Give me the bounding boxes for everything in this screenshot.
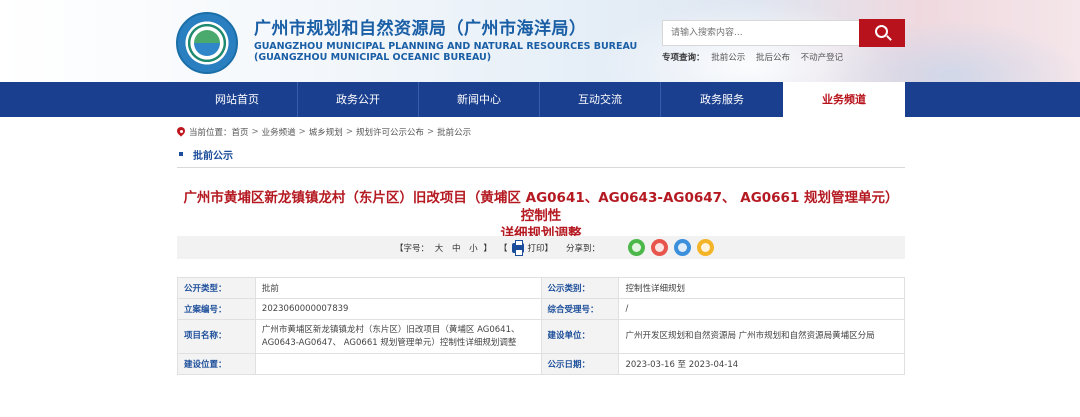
section-bullet-icon bbox=[179, 152, 183, 156]
field-label: 立案编号： bbox=[177, 298, 256, 320]
field-value: 广州开发区规划和自然资源局 广州市规划和自然资源局黄埔区分局 bbox=[618, 319, 905, 354]
section-title: 批前公示 bbox=[193, 151, 233, 162]
field-label: 建设单位： bbox=[540, 319, 620, 354]
special-query-label: 专项查询： bbox=[662, 53, 705, 63]
field-label: 公示日期： bbox=[540, 353, 620, 375]
search-button[interactable] bbox=[859, 19, 905, 47]
site-title-en: GUANGZHOU MUNICIPAL PLANNING AND NATURAL… bbox=[254, 41, 638, 52]
breadcrumb-separator: > bbox=[426, 127, 435, 137]
project-info-table: 公开类型： 批前 公示类别： 控制性详细规划 立案编号： 20230600000… bbox=[177, 277, 905, 375]
location-pin-icon bbox=[177, 127, 185, 137]
qq-share-icon[interactable] bbox=[674, 239, 691, 256]
field-value: 广州市黄埔区新龙镇镇龙村（东片区）旧改项目（黄埔区 AG0641、 AG0643… bbox=[254, 319, 542, 354]
wechat-share-icon[interactable] bbox=[628, 239, 645, 256]
nav-item-news[interactable]: 新闻中心 bbox=[419, 82, 540, 117]
font-size-small[interactable]: 小 bbox=[469, 244, 478, 254]
font-size-medium[interactable]: 中 bbox=[452, 244, 461, 254]
project-name-line: 广州市黄埔区新龙镇镇龙村（东片区）旧改项目（黄埔区 AG0641、 bbox=[261, 324, 520, 335]
field-label: 公示类别： bbox=[540, 277, 620, 299]
breadcrumb-link[interactable]: 业务频道 bbox=[262, 126, 296, 138]
font-size-label: 【字号： bbox=[395, 244, 430, 254]
nav-item-home[interactable]: 网站首页 bbox=[177, 82, 298, 117]
nav-item-interaction[interactable]: 互动交流 bbox=[540, 82, 661, 117]
qzone-share-icon[interactable] bbox=[697, 239, 714, 256]
breadcrumb-link[interactable]: 首页 bbox=[232, 126, 249, 138]
section-heading: 批前公示 bbox=[177, 146, 905, 166]
search-icon-handle bbox=[886, 35, 892, 41]
print-bracket: 】 bbox=[544, 244, 554, 254]
special-query-link[interactable]: 不动产登记 bbox=[801, 53, 844, 63]
breadcrumb-separator: > bbox=[251, 127, 259, 137]
site-header: 广州市规划和自然资源局（广州市海洋局） GUANGZHOU MUNICIPAL … bbox=[0, 0, 1080, 82]
table-row: 立案编号： 2023060000007839 综合受理号： / bbox=[177, 298, 905, 320]
field-value: 2023060000007839 bbox=[254, 298, 542, 320]
qzone-glyph-icon bbox=[701, 243, 710, 252]
site-title-en-sub: (GUANGZHOU MUNICIPAL OCEANIC BUREAU) bbox=[254, 52, 492, 63]
site-title-cn: 广州市规划和自然资源局（广州市海洋局） bbox=[254, 19, 587, 39]
printer-icon bbox=[511, 240, 524, 256]
project-name-line: AG0643-AG0647、 AG0661 规划管理单元）控制性详细规划调整 bbox=[261, 337, 517, 348]
article-title: 广州市黄埔区新龙镇镇龙村（东片区）旧改项目（黄埔区 AG0641、AG0643-… bbox=[177, 189, 905, 243]
search-input[interactable] bbox=[662, 20, 860, 46]
print-bracket: 【 bbox=[499, 244, 508, 254]
nav-item-business[interactable]: 业务频道 bbox=[783, 82, 905, 117]
qq-glyph-icon bbox=[678, 243, 687, 252]
breadcrumb-separator: > bbox=[298, 127, 306, 137]
font-size-large[interactable]: 大 bbox=[435, 244, 444, 254]
print-label: 打印 bbox=[527, 244, 545, 254]
field-value bbox=[254, 353, 542, 375]
table-row: 建设位置： 公示日期： 2023-03-16 至 2023-04-14 bbox=[177, 353, 905, 375]
article-toolbar: 【字号： 大 中 小 】 【 打印 】 分享到： bbox=[177, 236, 905, 259]
breadcrumb-link[interactable]: 规划许可公示公布 bbox=[356, 126, 424, 138]
field-label: 项目名称： bbox=[177, 319, 256, 354]
special-query: 专项查询： 批前公示 批后公布 不动产登记 bbox=[662, 51, 851, 63]
article-title-line: 广州市黄埔区新龙镇镇龙村（东片区）旧改项目（黄埔区 AG0641、AG0643-… bbox=[183, 190, 899, 224]
nav-item-services[interactable]: 政务服务 bbox=[661, 82, 783, 117]
field-value: 2023-03-16 至 2023-04-14 bbox=[618, 353, 905, 375]
field-value: / bbox=[618, 298, 905, 320]
weibo-glyph-icon bbox=[655, 243, 664, 252]
special-query-link[interactable]: 批前公示 bbox=[711, 53, 745, 63]
weibo-share-icon[interactable] bbox=[651, 239, 668, 256]
breadcrumb-separator: > bbox=[345, 127, 353, 137]
field-label: 综合受理号： bbox=[540, 298, 620, 320]
print-button[interactable]: 【 打印 】 bbox=[499, 240, 554, 256]
logo-emblem-icon bbox=[194, 30, 220, 56]
breadcrumb-link[interactable]: 城乡规划 bbox=[309, 126, 343, 138]
special-query-link[interactable]: 批后公布 bbox=[756, 53, 790, 63]
field-value: 控制性详细规划 bbox=[618, 277, 905, 299]
nav-item-government-affairs[interactable]: 政务公开 bbox=[298, 82, 419, 117]
wechat-glyph-icon bbox=[632, 243, 641, 252]
breadcrumb-link[interactable]: 批前公示 bbox=[437, 126, 471, 138]
main-nav: 网站首页 政务公开 新闻中心 互动交流 政务服务 业务频道 bbox=[0, 82, 1080, 117]
field-label: 公开类型： bbox=[177, 277, 256, 299]
breadcrumb: 当前位置： 首页 > 业务频道 > 城乡规划 > 规划许可公示公布 > 批前公示 bbox=[177, 126, 471, 138]
table-row: 项目名称： 广州市黄埔区新龙镇镇龙村（东片区）旧改项目（黄埔区 AG0641、 … bbox=[177, 319, 905, 354]
divider bbox=[177, 167, 905, 168]
field-label: 建设位置： bbox=[177, 353, 256, 375]
bureau-logo[interactable] bbox=[176, 12, 238, 74]
share-label: 分享到： bbox=[566, 244, 601, 254]
font-size-control: 【字号： 大 中 小 】 bbox=[395, 242, 492, 254]
field-value: 批前 bbox=[254, 277, 542, 299]
page: 广州市规划和自然资源局（广州市海洋局） GUANGZHOU MUNICIPAL … bbox=[0, 0, 1080, 417]
breadcrumb-prefix: 当前位置： bbox=[189, 128, 232, 138]
font-size-bracket: 】 bbox=[483, 244, 492, 254]
table-row: 公开类型： 批前 公示类别： 控制性详细规划 bbox=[177, 277, 905, 299]
